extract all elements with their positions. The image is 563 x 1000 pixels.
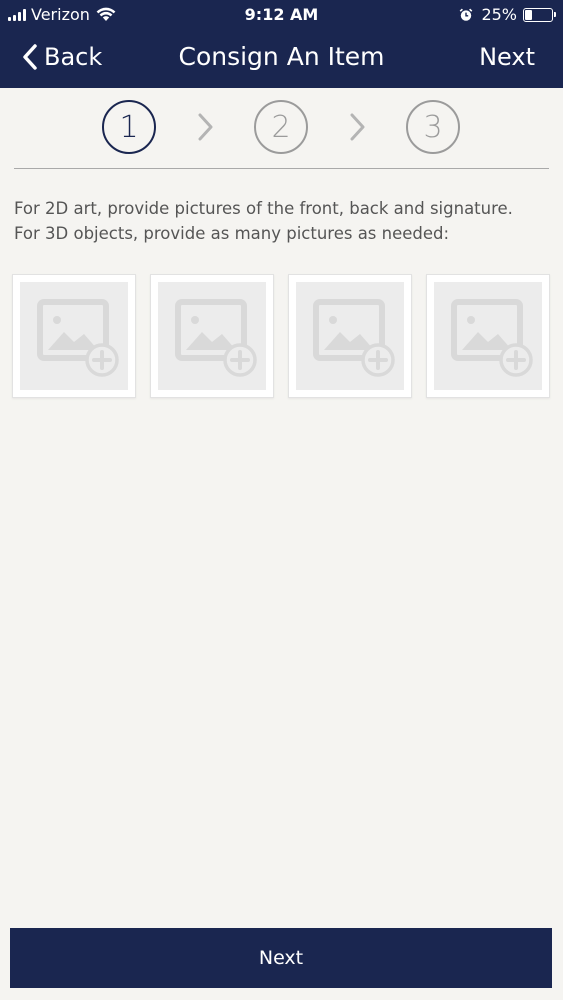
battery-percent: 25% — [481, 5, 517, 24]
app-header: Verizon 9:12 AM 25% Back Consign An Item… — [0, 0, 563, 88]
chevron-right-icon — [350, 113, 365, 141]
photo-placeholder — [20, 282, 128, 390]
add-photo-slot-4[interactable] — [426, 274, 550, 398]
next-button-label: Next — [258, 947, 304, 969]
divider — [14, 168, 549, 169]
next-button[interactable]: Next — [10, 928, 552, 988]
add-photo-slot-3[interactable] — [288, 274, 412, 398]
add-photo-icon — [175, 299, 257, 377]
step-2: 2 — [254, 100, 308, 154]
add-photo-icon — [37, 299, 119, 377]
chevron-right-icon — [198, 113, 213, 141]
photo-placeholder — [296, 282, 404, 390]
photo-placeholder — [158, 282, 266, 390]
step-1: 1 — [102, 100, 156, 154]
status-right: 25% — [459, 5, 556, 24]
battery-fill — [525, 9, 532, 20]
instructions-line-1: For 2D art, provide pictures of the fron… — [14, 199, 513, 218]
status-bar: Verizon 9:12 AM 25% — [0, 0, 563, 30]
battery-icon — [523, 7, 556, 22]
photo-placeholder — [434, 282, 542, 390]
instructions-text: For 2D art, provide pictures of the fron… — [14, 196, 554, 246]
step-indicator: 1 2 3 — [0, 98, 563, 156]
add-photo-slot-2[interactable] — [150, 274, 274, 398]
alarm-icon — [460, 8, 473, 21]
add-photo-slot-1[interactable] — [12, 274, 136, 398]
instructions-line-2: For 3D objects, provide as many pictures… — [14, 224, 450, 243]
step-3: 3 — [406, 100, 460, 154]
header-next-button[interactable]: Next — [479, 40, 535, 74]
photo-slots — [12, 274, 552, 398]
add-photo-icon — [313, 299, 395, 377]
add-photo-icon — [451, 299, 533, 377]
